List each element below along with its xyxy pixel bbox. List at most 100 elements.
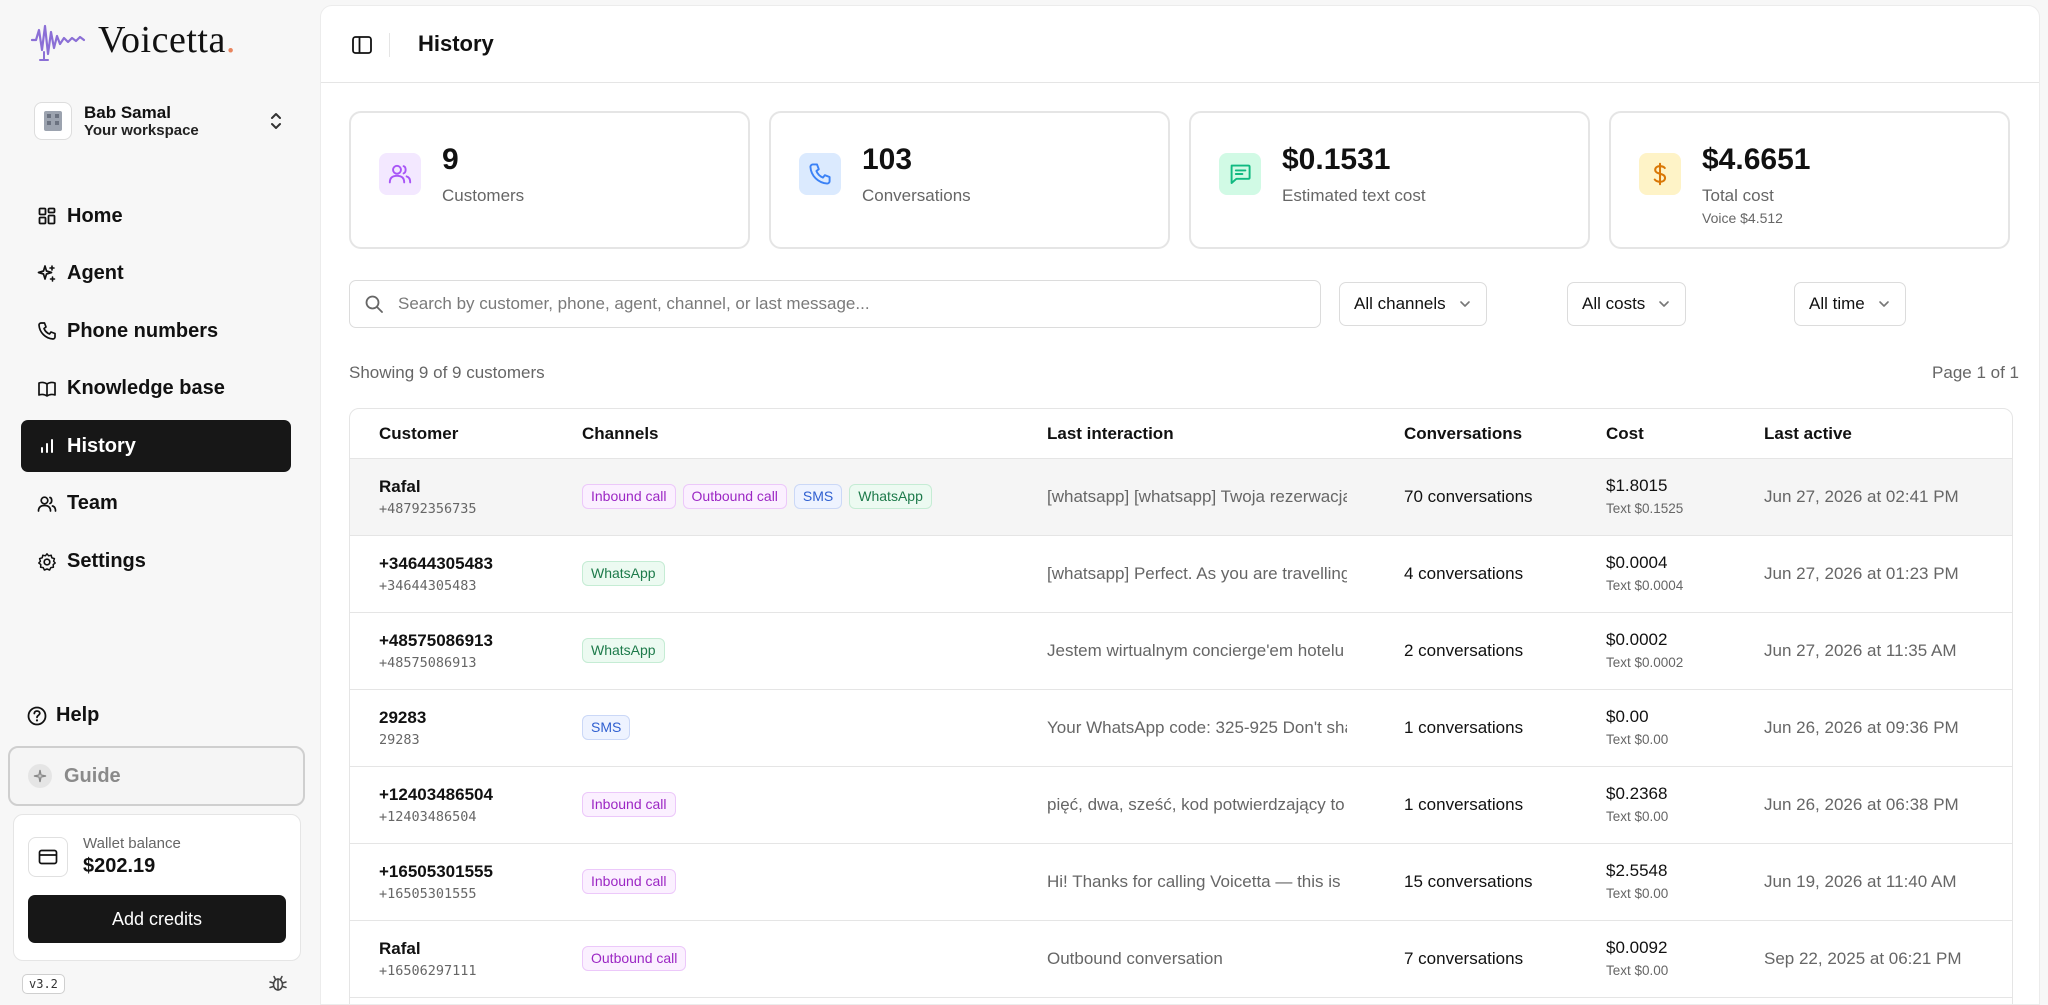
cost-value: $0.0092 <box>1606 938 1668 957</box>
cost-value: $0.2368 <box>1606 784 1668 803</box>
time-filter[interactable]: All time <box>1794 282 1906 326</box>
nav-item-knowledge-base[interactable]: Knowledge base <box>21 363 291 415</box>
users-icon <box>379 153 421 195</box>
stat-value: $4.6651 <box>1702 143 1811 176</box>
text-cost: Text $0.00 <box>1606 963 1669 978</box>
nav-item-team[interactable]: Team <box>21 478 291 530</box>
stat-label: Customers <box>442 186 525 205</box>
cost-value: $0.0002 <box>1606 630 1668 649</box>
workspace-subtitle: Your workspace <box>84 122 199 140</box>
message-icon <box>1219 153 1261 195</box>
channel-tag: WhatsApp <box>582 638 665 663</box>
nav-item-phone-numbers[interactable]: Phone numbers <box>21 305 291 357</box>
customer-phone: +16506297111 <box>379 963 477 979</box>
table-row[interactable]: Rafal +48792356735 Inbound call Outbound… <box>350 459 2012 536</box>
customers-table: Customer Channels Last interaction Conve… <box>349 408 2013 1004</box>
results-count: Showing 9 of 9 customers <box>349 363 545 382</box>
building-icon <box>34 102 72 140</box>
conversation-count: 1 conversations <box>1404 795 1524 814</box>
channels-filter[interactable]: All channels <box>1339 282 1487 326</box>
stat-card-conversations: 103 Conversations <box>769 111 1170 249</box>
table-row[interactable]: 29283 29283 SMS Your WhatsApp code: 325-… <box>350 690 2012 767</box>
brand-logo[interactable]: Voicetta. <box>30 18 236 62</box>
chevron-down-icon <box>1878 301 1889 307</box>
text-cost: Text $0.0004 <box>1606 578 1684 593</box>
sidebar-toggle-icon[interactable] <box>351 34 373 56</box>
nav-item-settings[interactable]: Settings <box>21 536 291 588</box>
text-cost: Text $0.00 <box>1606 809 1669 824</box>
customer-phone: +48575086913 <box>379 655 477 671</box>
guide-label: Guide <box>64 764 121 787</box>
table-row[interactable]: +12403486504 +12403486504 Inbound call p… <box>350 767 2012 844</box>
stat-value: 103 <box>862 143 913 176</box>
stat-value: 9 <box>442 143 459 176</box>
stat-card-text-cost: $0.1531 Estimated text cost <box>1189 111 1590 249</box>
nav-label: Settings <box>67 550 146 573</box>
table-row[interactable]: Rafal +16506297111 Outbound call Outboun… <box>350 921 2012 998</box>
channel-tag: Inbound call <box>582 484 676 509</box>
add-credits-button[interactable]: Add credits <box>28 895 286 943</box>
costs-filter[interactable]: All costs <box>1567 282 1687 326</box>
guide-button[interactable]: Guide <box>8 746 305 806</box>
customer-name: Rafal <box>379 939 421 958</box>
users-icon <box>36 493 58 515</box>
bug-icon[interactable] <box>268 973 288 993</box>
wallet-card: Wallet balance $202.19 Add credits <box>13 814 301 961</box>
table-row[interactable]: +34644305483 +34644305483 WhatsApp [what… <box>350 536 2012 613</box>
customer-name: 29283 <box>379 708 427 727</box>
channels-filter-value: All channels <box>1354 294 1446 313</box>
version-badge: v3.2 <box>22 974 65 994</box>
column-header-conversations[interactable]: Conversations <box>1404 424 1522 444</box>
stat-sublabel: Voice $4.512 <box>1702 210 1783 226</box>
channel-tags: Inbound call Outbound call SMS WhatsApp <box>582 484 932 509</box>
search-icon <box>365 295 383 313</box>
sparkle-icon <box>28 764 52 788</box>
customer-name: +48575086913 <box>379 631 493 650</box>
help-link[interactable]: Help <box>26 704 99 727</box>
nav-label: Agent <box>67 262 124 285</box>
nav-label: Home <box>67 204 123 227</box>
workspace-name: Bab Samal <box>84 102 171 122</box>
channel-tag: Inbound call <box>582 792 676 817</box>
column-header-customer[interactable]: Customer <box>379 424 458 444</box>
book-icon <box>36 378 58 400</box>
last-message: Your WhatsApp code: 325-925 Don't share <box>1047 718 1347 737</box>
table-row[interactable]: +16505301555 +16505301555 Inbound call H… <box>350 844 2012 921</box>
last-active: Jun 27, 2026 at 02:41 PM <box>1764 487 1959 506</box>
time-filter-value: All time <box>1809 294 1865 313</box>
chevron-down-icon <box>1659 301 1670 307</box>
stat-card-customers: 9 Customers <box>349 111 750 249</box>
search-input[interactable] <box>398 294 1320 314</box>
channel-tags: WhatsApp <box>582 638 665 663</box>
column-header-last-active[interactable]: Last active <box>1764 424 1852 444</box>
last-active: Jun 26, 2026 at 09:36 PM <box>1764 718 1959 737</box>
page-indicator: Page 1 of 1 <box>1932 363 2019 382</box>
channel-tag: SMS <box>582 715 631 740</box>
customer-phone: +48792356735 <box>379 501 477 517</box>
column-header-cost[interactable]: Cost <box>1606 424 1644 444</box>
cost-value: $0.0004 <box>1606 553 1668 572</box>
main-area: History 9 Customers 103 Conversations $0… <box>318 0 2048 1005</box>
cost-value: $0.00 <box>1606 707 1649 726</box>
nav-item-history[interactable]: History <box>21 420 291 473</box>
phone-icon <box>36 320 58 342</box>
last-message: [whatsapp] Perfect. As you are travellin… <box>1047 564 1347 583</box>
table-row[interactable]: +48575086913 +48575086913 WhatsApp Jeste… <box>350 613 2012 690</box>
workspace-switcher[interactable]: Bab Samal Your workspace <box>34 100 286 142</box>
channel-tag: SMS <box>793 484 843 509</box>
channel-tags: Outbound call <box>582 946 687 971</box>
nav-label: Team <box>67 492 118 515</box>
last-active: Sep 22, 2025 at 06:21 PM <box>1764 949 1962 968</box>
nav-item-home[interactable]: Home <box>21 190 291 242</box>
last-message: pięć, dwa, sześć, kod potwierdzający to <box>1047 795 1345 814</box>
channel-tags: WhatsApp <box>582 561 665 586</box>
history-panel: History 9 Customers 103 Conversations $0… <box>320 5 2040 1005</box>
column-header-last-interaction[interactable]: Last interaction <box>1047 424 1174 444</box>
column-header-channels[interactable]: Channels <box>582 424 659 444</box>
nav-item-agent[interactable]: Agent <box>21 248 291 300</box>
table-header: Customer Channels Last interaction Conve… <box>350 409 2012 459</box>
customer-name: Rafal <box>379 477 421 496</box>
voice-wave-icon <box>30 24 86 61</box>
text-cost: Text $0.0002 <box>1606 655 1684 670</box>
page-title: History <box>418 31 494 56</box>
